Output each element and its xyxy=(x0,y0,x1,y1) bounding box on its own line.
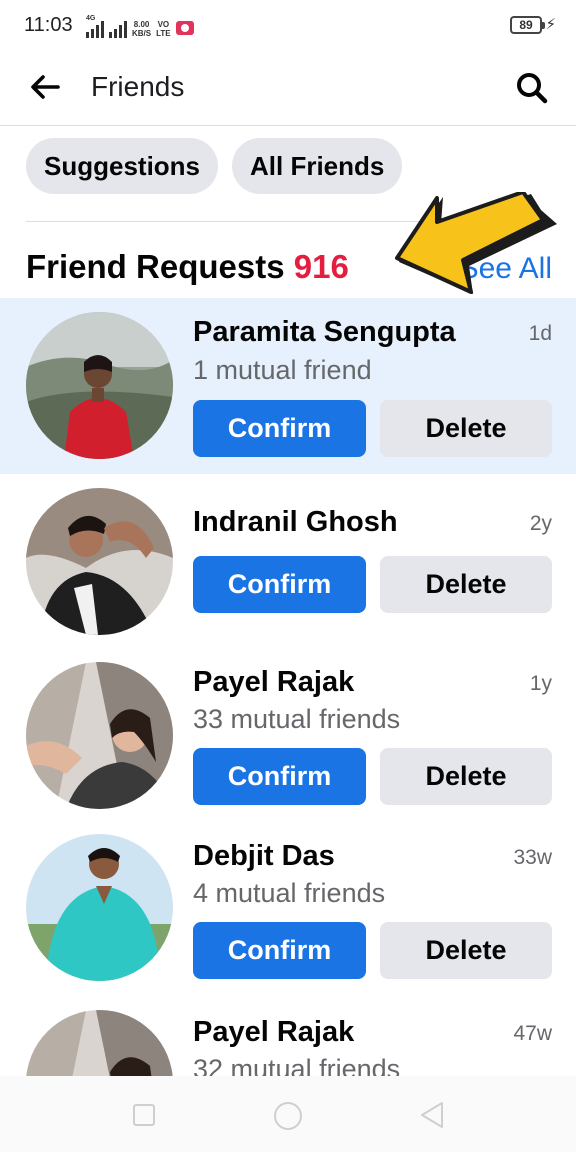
mutual-friends[interactable]: 33 mutual friends xyxy=(193,704,400,735)
app-header: Friends xyxy=(0,54,576,126)
signal-icon: 4G xyxy=(86,15,104,38)
friend-request-row[interactable]: Debjit Das 33w 4 mutual friends Confirm … xyxy=(0,834,576,1010)
status-bar: 11:03 4G 8.00 KB/S VO LTE 89 ⚡ xyxy=(0,0,576,54)
charging-icon: ⚡ xyxy=(545,16,556,33)
avatar[interactable] xyxy=(26,834,173,981)
friend-requests-list: Paramita Sengupta 1d 1 mutual friend Con… xyxy=(0,298,576,1076)
requester-name[interactable]: Indranil Ghosh xyxy=(193,506,398,539)
home-icon[interactable] xyxy=(274,1102,302,1130)
mutual-friends[interactable]: 1 mutual friend xyxy=(193,355,372,386)
friend-request-row[interactable]: Paramita Sengupta 1d 1 mutual friend Con… xyxy=(0,298,576,474)
status-time: 11:03 xyxy=(24,14,73,36)
avatar[interactable] xyxy=(26,488,173,635)
requester-name[interactable]: Paramita Sengupta xyxy=(193,316,456,349)
confirm-button[interactable]: Confirm xyxy=(193,556,366,613)
all-friends-chip[interactable]: All Friends xyxy=(232,138,403,194)
confirm-button[interactable]: Confirm xyxy=(193,748,366,805)
delete-button[interactable]: Delete xyxy=(380,748,552,805)
friend-request-row[interactable]: Payel Rajak 47w 32 mutual friends xyxy=(0,1010,576,1076)
avatar[interactable] xyxy=(26,312,173,459)
delete-button[interactable]: Delete xyxy=(380,400,552,457)
request-time: 2y xyxy=(529,512,552,535)
network-speed: 8.00 KB/S xyxy=(132,20,152,38)
request-time: 1d xyxy=(528,322,552,345)
status-icons: 4G 8.00 KB/S VO LTE xyxy=(86,14,194,38)
avatar[interactable] xyxy=(26,1010,173,1076)
page-title: Friends xyxy=(91,71,185,102)
friend-request-row[interactable]: Indranil Ghosh 2y Confirm Delete xyxy=(0,474,576,658)
section-title: Friend Requests xyxy=(26,248,285,285)
requester-name[interactable]: Payel Rajak xyxy=(193,1016,354,1049)
screen-record-icon xyxy=(175,21,194,35)
system-nav-bar xyxy=(0,1076,576,1152)
signal-icon-2 xyxy=(109,20,127,38)
volte-icon: VO LTE xyxy=(156,20,171,38)
request-time: 33w xyxy=(513,846,552,869)
requester-name[interactable]: Debjit Das xyxy=(193,840,335,873)
request-count: 916 xyxy=(293,248,349,285)
friend-request-row[interactable]: Payel Rajak 1y 33 mutual friends Confirm… xyxy=(0,658,576,834)
suggestions-chip[interactable]: Suggestions xyxy=(26,138,219,194)
friend-requests-heading: Friend Requests 916 xyxy=(26,248,349,286)
request-time: 1y xyxy=(529,672,552,695)
confirm-button[interactable]: Confirm xyxy=(193,400,366,457)
annotation-arrow-icon xyxy=(395,192,557,294)
battery-icon: 89 xyxy=(510,16,545,34)
back-arrow-icon[interactable] xyxy=(28,70,62,104)
avatar[interactable] xyxy=(26,662,173,809)
search-icon[interactable] xyxy=(512,68,552,108)
mutual-friends[interactable]: 32 mutual friends xyxy=(193,1054,400,1076)
mutual-friends[interactable]: 4 mutual friends xyxy=(193,878,385,909)
network-tag: 4G xyxy=(86,15,96,22)
recents-icon[interactable] xyxy=(133,1104,155,1126)
delete-button[interactable]: Delete xyxy=(380,922,552,979)
requester-name[interactable]: Payel Rajak xyxy=(193,666,354,699)
nav-back-icon[interactable] xyxy=(418,1100,446,1130)
request-time: 47w xyxy=(513,1022,552,1045)
confirm-button[interactable]: Confirm xyxy=(193,922,366,979)
filter-chips: Suggestions All Friends xyxy=(26,138,403,194)
delete-button[interactable]: Delete xyxy=(380,556,552,613)
